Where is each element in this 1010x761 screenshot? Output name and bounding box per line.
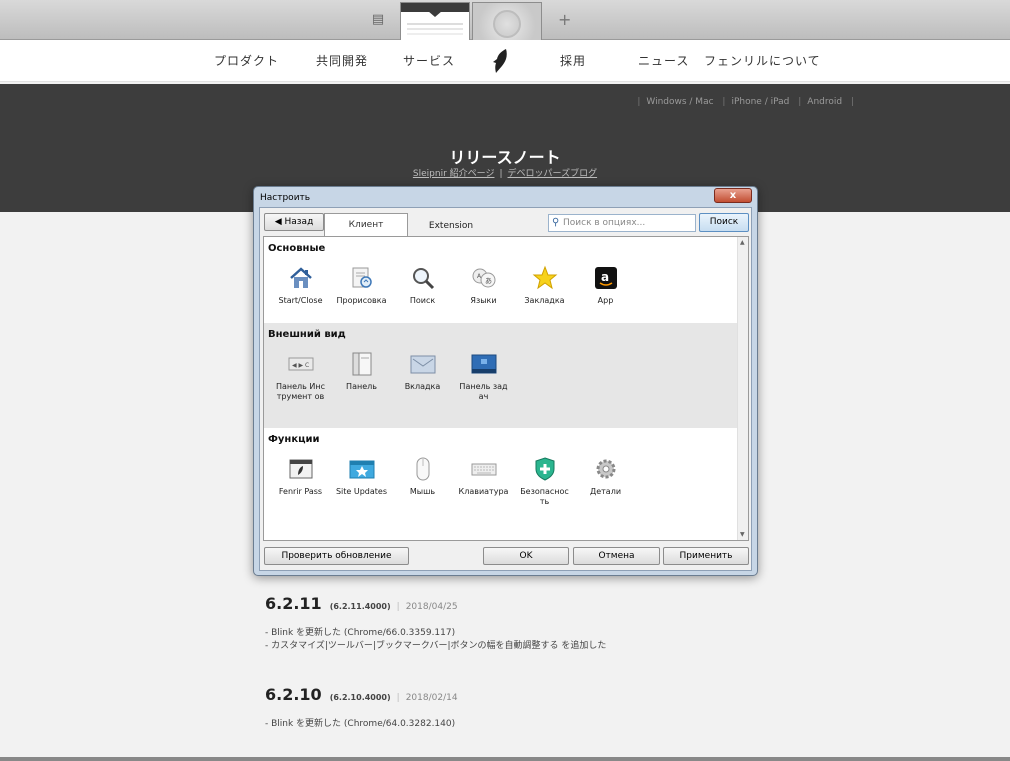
option-taskbar[interactable]: Панель задач [453, 351, 514, 402]
release-build: (6.2.10.4000) [329, 693, 391, 702]
platform-windows-mac[interactable]: Windows / Mac [646, 97, 713, 107]
browser-tab-strip: ▤ + [0, 0, 1010, 40]
release-change: - カスタマイズ|ツールバー|ブックマークバー|ボタンの幅を自動調整する を追加… [265, 641, 607, 651]
intro-page-link[interactable]: Sleipnir 紹介ページ [413, 169, 495, 179]
option-app[interactable]: a App [575, 265, 636, 306]
section-title: Внешний вид [268, 329, 346, 340]
option-render[interactable]: Прорисовка [331, 265, 392, 306]
search-placeholder: Поиск в опциях... [563, 218, 646, 228]
nav-item-news[interactable]: ニュース [638, 52, 689, 69]
amazon-app-icon: a [594, 267, 617, 289]
toolbar-icon: ◀ ▶ C [288, 357, 313, 371]
section-title: Основные [268, 243, 326, 254]
release-entry: 6.2.11 (6.2.11.4000) | 2018/04/25 - Blin… [265, 594, 865, 653]
platform-android[interactable]: Android [807, 97, 842, 107]
mouse-icon [416, 457, 429, 481]
svg-text:a: a [601, 270, 609, 284]
browser-tab-inactive[interactable] [472, 2, 542, 40]
option-start-close[interactable]: Start/Close [270, 265, 331, 306]
back-button[interactable]: ◀ Назад [264, 213, 324, 231]
option-security[interactable]: Безопаснос ть [514, 456, 575, 507]
platform-ios[interactable]: iPhone / iPad [731, 97, 789, 107]
svg-text:◀ ▶ C: ◀ ▶ C [292, 362, 309, 369]
nav-item-codev[interactable]: 共同開発 [316, 52, 368, 69]
svg-text:あ: あ [485, 277, 492, 285]
fenrir-pass-icon [289, 459, 312, 479]
search-icon: ⚲ [552, 217, 560, 228]
release-build: (6.2.11.4000) [329, 602, 391, 611]
taskbar-icon [471, 354, 496, 374]
site-updates-icon [349, 460, 374, 479]
option-tab[interactable]: Вкладка [392, 351, 453, 402]
platform-links: | Windows / Mac | iPhone / iPad | Android | [637, 97, 854, 107]
search-button[interactable]: Поиск [699, 213, 749, 232]
release-version: 6.2.11 [265, 594, 322, 613]
keyboard-icon [471, 463, 496, 476]
release-date: 2018/04/25 [405, 602, 458, 612]
tab-icon [410, 355, 435, 374]
dialog-title: Настроить [260, 193, 311, 203]
check-update-button[interactable]: Проверить обновление [264, 547, 409, 565]
shield-icon [535, 457, 554, 481]
option-site-updates[interactable]: Site Updates [331, 456, 392, 507]
close-button[interactable]: x [714, 188, 752, 203]
cancel-button[interactable]: Отмена [573, 547, 660, 565]
release-change: - Blink を更新した (Chrome/64.0.3282.140) [265, 719, 456, 729]
section-appearance: Внешний вид ◀ ▶ C Панель Инструмент ов П… [264, 323, 738, 428]
nav-item-products[interactable]: プロダクト [214, 52, 279, 69]
house-icon [289, 267, 312, 288]
release-version: 6.2.10 [265, 685, 322, 704]
release-date: 2018/02/14 [405, 693, 458, 703]
section-functions: Функции Fenrir Pass Site Updates Мышь Кл… [264, 428, 738, 540]
browser-tab-active[interactable] [400, 2, 470, 40]
release-change: - Blink を更新した (Chrome/66.0.3359.117) [265, 628, 456, 638]
settings-dialog: Настроить x ◀ Назад Клиент Extension ⚲ П… [253, 186, 758, 576]
tabs-icon[interactable]: ▤ [370, 12, 386, 28]
globe-icon [493, 10, 521, 38]
option-details[interactable]: Детали [575, 456, 636, 507]
page-render-icon [352, 267, 372, 288]
dialog-body: ◀ Назад Клиент Extension ⚲ Поиск в опция… [259, 207, 752, 571]
release-entry: 6.2.10 (6.2.10.4000) | 2018/02/14 - Blin… [265, 685, 865, 731]
option-search[interactable]: Поиск [392, 265, 453, 306]
bottom-bar [0, 757, 1010, 761]
release-notes: 6.2.11 (6.2.11.4000) | 2018/04/25 - Blin… [265, 594, 865, 731]
tab-client[interactable]: Клиент [324, 213, 408, 237]
site-nav: プロダクト 共同開発 サービス 採用 ニュース フェンリルについて [0, 40, 1010, 82]
panel-icon [352, 352, 371, 376]
option-mouse[interactable]: Мышь [392, 456, 453, 507]
options-panel: Основные Start/Close Прорисовка Поиск A … [263, 236, 749, 541]
tab-extension[interactable]: Extension [412, 215, 490, 237]
star-icon [532, 265, 557, 290]
header-links: Sleipnir 紹介ページ | デベロッパーズブログ [412, 169, 598, 179]
section-basic: Основные Start/Close Прорисовка Поиск A … [264, 237, 738, 323]
apply-button[interactable]: Применить [663, 547, 749, 565]
page-title: リリースノート [449, 148, 561, 167]
fenrir-logo-icon[interactable] [492, 48, 510, 74]
languages-icon: Aあ [472, 268, 495, 288]
magnifier-icon [412, 268, 434, 290]
nav-item-recruit[interactable]: 採用 [560, 52, 586, 69]
option-bookmark[interactable]: Закладка [514, 265, 575, 306]
option-panel[interactable]: Панель [331, 351, 392, 402]
scroll-down-icon[interactable]: ▼ [740, 531, 745, 538]
options-search-input[interactable]: ⚲ Поиск в опциях... [548, 214, 696, 232]
option-toolbar[interactable]: ◀ ▶ C Панель Инструмент ов [270, 351, 331, 402]
option-fenrir-pass[interactable]: Fenrir Pass [270, 456, 331, 507]
scroll-up-icon[interactable]: ▲ [740, 239, 745, 246]
gear-icon [596, 459, 615, 479]
option-languages[interactable]: Aあ Языки [453, 265, 514, 306]
nav-item-services[interactable]: サービス [403, 52, 455, 69]
option-keyboard[interactable]: Клавиатура [453, 456, 514, 507]
dev-blog-link[interactable]: デベロッパーズブログ [508, 169, 598, 179]
section-title: Функции [268, 434, 320, 445]
ok-button[interactable]: OK [483, 547, 569, 565]
new-tab-button[interactable]: + [558, 10, 571, 29]
nav-item-about[interactable]: フェンリルについて [704, 52, 821, 69]
options-scrollbar[interactable]: ▲ ▼ [737, 237, 748, 540]
